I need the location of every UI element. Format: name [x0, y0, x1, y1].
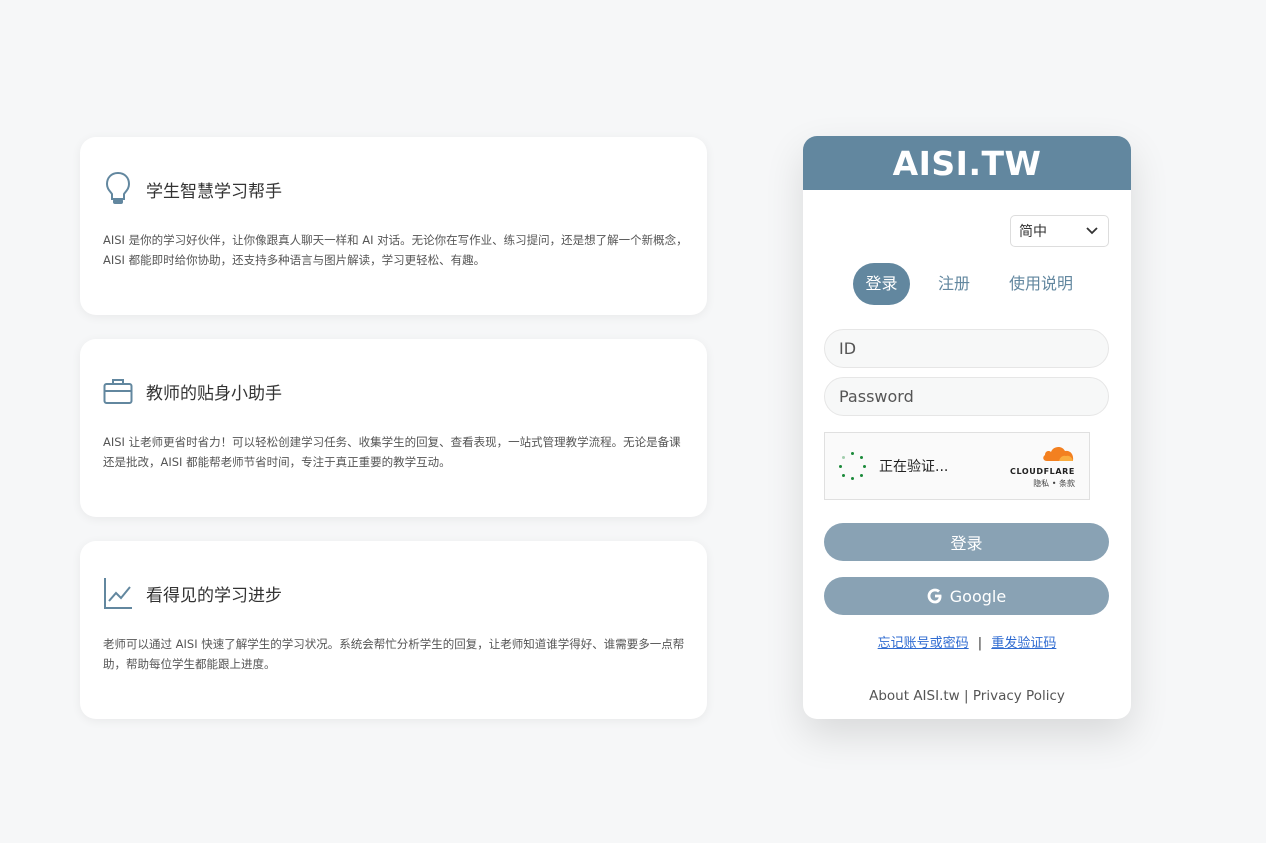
chevron-down-icon [1086, 223, 1098, 239]
feature-description: AISI 是你的学习好伙伴，让你像跟真人聊天一样和 AI 对话。无论你在写作业、… [103, 233, 688, 267]
language-value: 简中 [1019, 224, 1047, 240]
auth-tabs: 登录 注册 使用说明 [803, 263, 1131, 305]
id-input[interactable]: ID [824, 329, 1109, 368]
login-panel: AISI.TW 简中 登录 注册 使用说明 ID Password 正在验证..… [803, 136, 1131, 719]
captcha-widget[interactable]: 正在验证... CLOUDFLARE 隐私 • 条款 [824, 432, 1090, 500]
privacy-policy-link[interactable]: Privacy Policy [973, 688, 1065, 704]
cloudflare-logo-icon [1041, 444, 1075, 466]
tab-instructions[interactable]: 使用说明 [1009, 263, 1073, 305]
page: 学生智慧学习帮手 AISI 是你的学习好伙伴，让你像跟真人聊天一样和 AI 对话… [0, 0, 1266, 843]
google-icon [927, 588, 943, 604]
password-input[interactable]: Password [824, 377, 1109, 416]
tab-login[interactable]: 登录 [853, 263, 910, 305]
feature-description: 老师可以通过 AISI 快速了解学生的学习状况。系统会帮忙分析学生的回复，让老师… [103, 637, 685, 671]
cloudflare-branding: CLOUDFLARE 隐私 • 条款 [1010, 444, 1075, 489]
footer-separator: | [964, 688, 969, 704]
login-button-label: 登录 [950, 534, 983, 553]
login-button[interactable]: 登录 [824, 523, 1109, 561]
cloudflare-name: CLOUDFLARE [1010, 466, 1075, 476]
login-header: AISI.TW [803, 136, 1131, 190]
lightbulb-icon [103, 171, 133, 207]
feature-card-header: 看得见的学习进步 [103, 574, 684, 612]
captcha-status: 正在验证... [879, 459, 949, 475]
feature-card-teacher: 教师的贴身小助手 AISI 让老师更省时省力！可以轻松创建学习任务、收集学生的回… [80, 339, 707, 517]
about-link[interactable]: About AISI.tw [869, 688, 960, 704]
language-select[interactable]: 简中 [1010, 215, 1109, 247]
cloudflare-links[interactable]: 隐私 • 条款 [1033, 478, 1075, 489]
google-button-label: Google [949, 586, 1007, 606]
line-chart-icon [103, 575, 133, 611]
feature-card-progress: 看得见的学习进步 老师可以通过 AISI 快速了解学生的学习状况。系统会帮忙分析… [80, 541, 707, 719]
feature-title: 看得见的学习进步 [146, 585, 282, 606]
briefcase-icon [103, 373, 133, 409]
links-separator: | [977, 636, 983, 651]
login-footer: About AISI.tw | Privacy Policy [803, 688, 1131, 704]
forgot-account-link[interactable]: 忘记账号或密码 [878, 636, 969, 651]
feature-description: AISI 让老师更省时省力！可以轻松创建学习任务、收集学生的回复、查看表现，一站… [103, 435, 681, 469]
feature-title: 学生智慧学习帮手 [146, 181, 282, 202]
account-links: 忘记账号或密码 | 重发验证码 [803, 632, 1131, 651]
loading-spinner-icon [839, 452, 867, 480]
id-placeholder: ID [839, 339, 857, 358]
feature-card-header: 教师的贴身小助手 [103, 372, 684, 410]
google-login-button[interactable]: Google [824, 577, 1109, 615]
feature-card-header: 学生智慧学习帮手 [103, 170, 684, 208]
password-placeholder: Password [839, 387, 914, 406]
feature-title: 教师的贴身小助手 [146, 383, 282, 404]
feature-card-student: 学生智慧学习帮手 AISI 是你的学习好伙伴，让你像跟真人聊天一样和 AI 对话… [80, 137, 707, 315]
resend-code-link[interactable]: 重发验证码 [991, 636, 1056, 651]
tab-register[interactable]: 注册 [938, 263, 970, 305]
brand-logo: AISI.TW [892, 143, 1042, 183]
